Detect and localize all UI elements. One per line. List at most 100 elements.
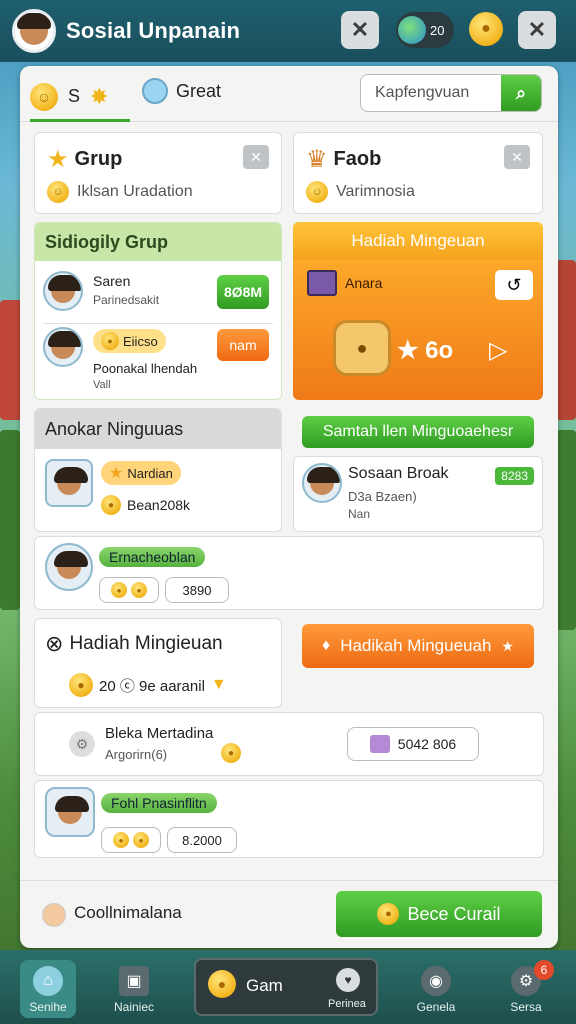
group-card-faob[interactable]: ♛ Faob ✕ ☺ Varimnosia xyxy=(293,132,543,214)
controller-icon: ⊗ xyxy=(45,631,64,656)
collapse-icon[interactable]: ✕ xyxy=(243,145,269,169)
star-icon: ★ xyxy=(109,465,124,482)
notification-button[interactable]: 20 xyxy=(396,12,454,48)
nav-item-cards[interactable]: ▣ Nainiec xyxy=(106,960,162,1018)
social-break-line1: D3a Bzaen) xyxy=(348,489,417,504)
thumb-icon: ♦ xyxy=(322,637,331,654)
member-row[interactable]: Saren Parinedsakit 8Ø8M xyxy=(43,269,273,321)
reward-button[interactable]: ♦ Hadikah Mingueuah ★ xyxy=(302,624,534,668)
player-avatar[interactable] xyxy=(45,459,93,507)
profile-avatar[interactable] xyxy=(12,9,56,53)
nav-item-location[interactable]: ◉ Genela xyxy=(408,960,464,1018)
social-break-name: Sosaan Broak xyxy=(348,465,449,482)
tab-s[interactable]: ☺ S ✸ xyxy=(30,74,130,122)
settings-badge: 6 xyxy=(534,960,554,980)
reward-item-label: Anara xyxy=(345,275,383,291)
reward-button-label: Hadikah Mingueuah xyxy=(340,636,492,655)
search-box[interactable]: Kapfengvuan ⌕ xyxy=(360,74,542,112)
star-coin-icon: ✸ xyxy=(90,83,109,109)
coin-icon: ☺ xyxy=(47,181,69,203)
cow-icon: ● xyxy=(333,320,391,376)
blessing-value-pill: 5042 806 xyxy=(347,727,479,761)
nav-item-home[interactable]: ⌂ Senihe xyxy=(20,960,76,1018)
player-tag: Fohl Pnasinflitn xyxy=(101,793,217,813)
weekly-reward-card[interactable]: Hadiah Mingeuan Anara ↺ ● ★ 6o ▷ xyxy=(293,222,543,400)
friend-group-header: Sidiogily Grup xyxy=(35,223,281,261)
arrow-icon: ▼ xyxy=(210,676,227,693)
refresh-icon[interactable]: ↺ xyxy=(495,270,533,300)
weekly-reward-header: Hadiah Mingeuan xyxy=(293,222,543,260)
blessing-title: Bleka Mertadina xyxy=(105,725,214,742)
star-icon: ★ xyxy=(47,146,69,173)
social-break-badge: 8283 xyxy=(495,467,534,485)
player-value: 3890 xyxy=(182,582,212,598)
location-icon: ◉ xyxy=(421,966,451,996)
social-break-card[interactable]: Sosaan Broak D3a Bzaen) Nan 8283 xyxy=(293,456,543,532)
group-card-subtitle: Varimnosia xyxy=(336,183,415,200)
weekly-section-heading: Anokar Ninguuas xyxy=(45,418,184,439)
member-name: Saren xyxy=(93,273,131,289)
weekly-section-header: Anokar Ninguuas xyxy=(35,409,281,449)
card-icon: ▣ xyxy=(119,966,149,996)
footer-button[interactable]: ● Bece Curail xyxy=(336,891,542,937)
nav-label: Sersa xyxy=(510,1000,542,1014)
coin-icon: ● xyxy=(377,903,400,925)
star-icon: ★ xyxy=(501,637,514,654)
play-icon[interactable]: ▷ xyxy=(489,336,507,365)
close-icon[interactable]: ✕ xyxy=(504,145,530,169)
globe-icon xyxy=(398,16,426,44)
blessing-card[interactable]: ⚙ Bleka Mertadina Argorirn(6) ● 5042 806 xyxy=(34,712,544,776)
home-icon: ⌂ xyxy=(33,966,63,996)
nav-label: Gam xyxy=(246,976,283,995)
player-value: Bean208k xyxy=(127,497,191,513)
social-button[interactable]: Samtah llen Minguoaehesr xyxy=(302,416,534,448)
heart-icon: ♥ xyxy=(336,968,360,992)
reward-amount: 20 ⓒ 9e aaranil xyxy=(99,677,205,695)
player-avatar xyxy=(45,543,93,591)
close-button[interactable]: ✕ xyxy=(341,11,379,49)
search-icon[interactable]: ⌕ xyxy=(501,75,541,111)
nav-sublabel: Perinea xyxy=(328,998,366,1010)
trophy-icon: ♛ xyxy=(306,146,328,173)
member-row[interactable]: ● Eiicso Poonakal lhendah Vall nam xyxy=(43,327,273,397)
friend-group-heading: Sidiogily Grup xyxy=(45,231,169,252)
social-break-line2: Nan xyxy=(348,507,371,521)
reward-card[interactable]: ⊗ Hadiah Mingieuan ● 20 ⓒ 9e aaranil ▼ xyxy=(34,618,282,708)
social-avatar xyxy=(302,463,342,503)
settings-icon: ⚙ xyxy=(69,731,95,757)
member-action-button[interactable]: nam xyxy=(217,329,269,361)
member-coin-tag: ● Eiicso xyxy=(93,329,166,353)
coin-icon[interactable]: ● xyxy=(469,12,503,46)
close-x-button[interactable]: ✕ xyxy=(518,11,556,49)
coin-icon: ● xyxy=(111,582,127,598)
smile-coin-icon: ☺ xyxy=(30,82,58,111)
background-tree-left xyxy=(0,430,20,610)
group-card-grup[interactable]: ★ Grup ✕ ☺ Iklsan Uradation xyxy=(34,132,282,214)
member-action-button[interactable]: 8Ø8M xyxy=(217,275,269,309)
coin-icon: ● xyxy=(131,582,147,598)
player-row[interactable]: Ernacheoblan ● ● 3890 xyxy=(34,536,544,610)
tab-s-label: S xyxy=(68,86,81,106)
notification-count: 20 xyxy=(430,22,445,38)
member-avatar xyxy=(43,271,83,311)
coin-stack-icon: ● xyxy=(69,673,93,697)
face-icon xyxy=(142,78,168,104)
tab-great-label: Great xyxy=(176,80,222,101)
nav-item-game[interactable]: ● Gam ♥ Perinea xyxy=(194,958,378,1016)
coin-icon: ● xyxy=(101,495,121,515)
group-card-title: Faob xyxy=(333,148,382,170)
tab-great[interactable]: Great xyxy=(142,78,221,104)
coin-stack: ● ● xyxy=(99,577,159,603)
main-panel: ☺ S ✸ Great Kapfengvuan ⌕ ★ Grup ✕ ☺ Ikl… xyxy=(20,66,558,948)
coin-icon: ● xyxy=(221,743,241,763)
member-detail: Parinedsakit xyxy=(93,293,160,307)
coin-icon: ● xyxy=(133,832,149,848)
player-row[interactable]: Fohl Pnasinflitn ● ● 8.2000 xyxy=(34,780,544,858)
chest-icon xyxy=(307,270,337,296)
search-input[interactable]: Kapfengvuan xyxy=(361,84,501,102)
coin-icon: ● xyxy=(113,832,129,848)
footer-label: Coollnimalana xyxy=(74,903,182,922)
background-house-left xyxy=(0,300,22,420)
panel-footer: Coollnimalana ● Bece Curail xyxy=(20,880,558,948)
app-title: Sosial Unpanain xyxy=(66,18,241,43)
